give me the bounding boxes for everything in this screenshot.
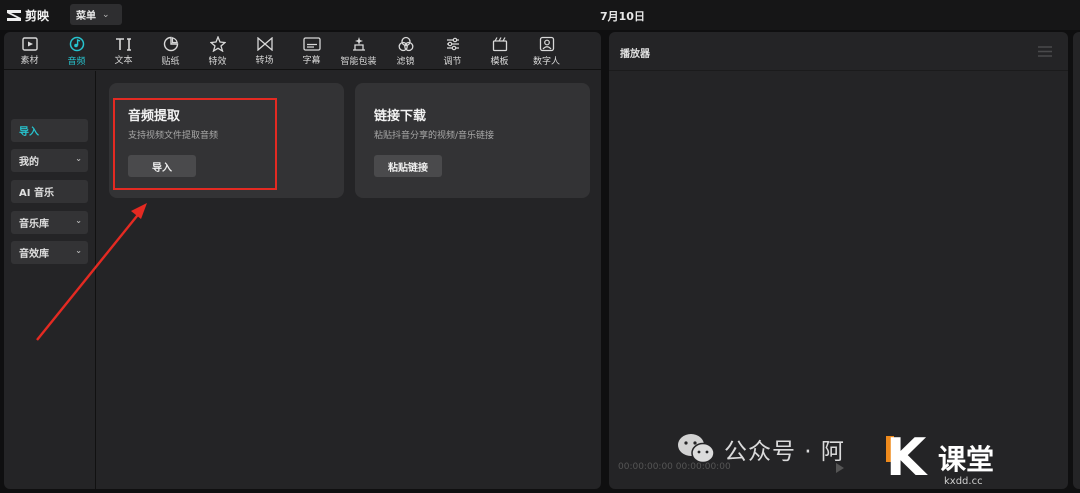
- media-icon: [21, 36, 38, 51]
- adjust-icon: [446, 37, 459, 50]
- card-title: 链接下载: [374, 109, 427, 124]
- chevron-down-icon: ⌄: [75, 216, 82, 225]
- link-download-card: 链接下载 粘贴抖音分享的视频/音乐链接 粘贴链接: [355, 83, 590, 198]
- transition-icon: [256, 36, 273, 51]
- title-bar: 剪映 菜单 ⌄ 7月10日: [0, 0, 1080, 30]
- audio-icon: [69, 36, 84, 51]
- sticker-icon: [163, 36, 178, 51]
- tab-label: 音频: [67, 56, 86, 67]
- effects-icon: [209, 35, 226, 52]
- tab-text[interactable]: 文本: [100, 32, 147, 70]
- subtitle-icon: [302, 36, 321, 51]
- filter-icon: [398, 36, 413, 51]
- watermark: 公众号 · 阿: [676, 432, 845, 466]
- sidebar-item-label: 音效库: [19, 249, 49, 260]
- tab-subtitle[interactable]: 字幕: [288, 32, 335, 70]
- tab-label: 素材: [20, 55, 39, 66]
- right-panel-edge: [1073, 32, 1080, 489]
- sidebar-item-label: AI 音乐: [19, 188, 54, 199]
- text-icon: [115, 37, 131, 51]
- chevron-down-icon: ⌄: [102, 9, 110, 20]
- tab-label: 特效: [208, 56, 227, 67]
- capcut-logo-icon: [7, 10, 21, 21]
- watermark-text: 公众号 · 阿: [724, 439, 845, 465]
- project-title: 7月10日: [600, 10, 645, 23]
- brand-main: 课堂: [938, 443, 995, 476]
- chevron-down-icon: ⌄: [75, 246, 82, 255]
- sidebar-item-mine[interactable]: 我的 ⌄: [11, 149, 88, 172]
- card-description: 粘贴抖音分享的视频/音乐链接: [374, 131, 495, 141]
- app-name: 剪映: [25, 9, 50, 23]
- sidebar-item-label: 音乐库: [19, 219, 49, 230]
- tab-adjust[interactable]: 调节: [429, 32, 476, 70]
- sidebar-item-music-library[interactable]: 音乐库 ⌄: [11, 211, 88, 234]
- tab-digital-human[interactable]: 数字人: [523, 32, 570, 70]
- tab-template[interactable]: 模板: [476, 32, 523, 70]
- wechat-icon: [678, 434, 715, 464]
- divider: [609, 70, 1068, 71]
- smart-pack-icon: [352, 36, 365, 51]
- media-panel: 素材 音频 文本 贴纸 特效 转场 字幕 智能包装 滤镜 调节 模板 数字人 导…: [4, 32, 601, 489]
- tab-label: 贴纸: [161, 56, 180, 67]
- tab-label: 文本: [114, 55, 133, 66]
- sidebar-item-label: 导入: [19, 127, 39, 138]
- template-icon: [492, 36, 507, 51]
- tab-label: 智能包装: [340, 56, 377, 67]
- chevron-down-icon: ⌄: [75, 154, 82, 163]
- audio-sidebar: 导入 我的 ⌄ AI 音乐 音乐库 ⌄ 音效库 ⌄: [4, 71, 96, 489]
- paste-link-button[interactable]: 粘贴链接: [374, 155, 442, 177]
- k-letter-icon: K: [886, 428, 927, 488]
- tab-label: 字幕: [302, 55, 321, 66]
- tab-label: 转场: [255, 55, 274, 66]
- tab-label: 模板: [490, 56, 509, 67]
- sidebar-item-import[interactable]: 导入: [11, 119, 88, 142]
- tab-effects[interactable]: 特效: [194, 32, 241, 70]
- sidebar-item-ai-music[interactable]: AI 音乐: [11, 180, 88, 203]
- menu-button[interactable]: 菜单 ⌄: [70, 4, 122, 25]
- tab-sticker[interactable]: 贴纸: [147, 32, 194, 70]
- menu-label: 菜单: [76, 11, 96, 22]
- highlight-box: [113, 98, 277, 190]
- tab-label: 调节: [443, 56, 462, 67]
- menu-icon[interactable]: [1038, 46, 1052, 57]
- player-title: 播放器: [620, 49, 650, 60]
- tab-label: 数字人: [532, 56, 560, 67]
- sidebar-item-sound-effects[interactable]: 音效库 ⌄: [11, 241, 88, 264]
- player-panel: 播放器 00:00:00:00 00:00:00:00: [609, 32, 1068, 489]
- tab-media[interactable]: 素材: [6, 32, 53, 70]
- app-logo: 剪映: [6, 7, 49, 24]
- sidebar-item-label: 我的: [19, 157, 39, 168]
- tab-label: 滤镜: [396, 56, 415, 67]
- category-toolbar: 素材 音频 文本 贴纸 特效 转场 字幕 智能包装 滤镜 调节 模板 数字人: [4, 32, 601, 70]
- tab-filter[interactable]: 滤镜: [382, 32, 429, 70]
- tab-smart-pack[interactable]: 智能包装: [335, 32, 382, 70]
- tab-audio[interactable]: 音频: [53, 32, 100, 70]
- tab-transition[interactable]: 转场: [241, 32, 288, 70]
- brand-domain: kxdd.cc: [944, 476, 983, 487]
- digital-human-icon: [539, 36, 554, 51]
- brand-logo: K 课堂 kxdd.cc: [886, 432, 1080, 493]
